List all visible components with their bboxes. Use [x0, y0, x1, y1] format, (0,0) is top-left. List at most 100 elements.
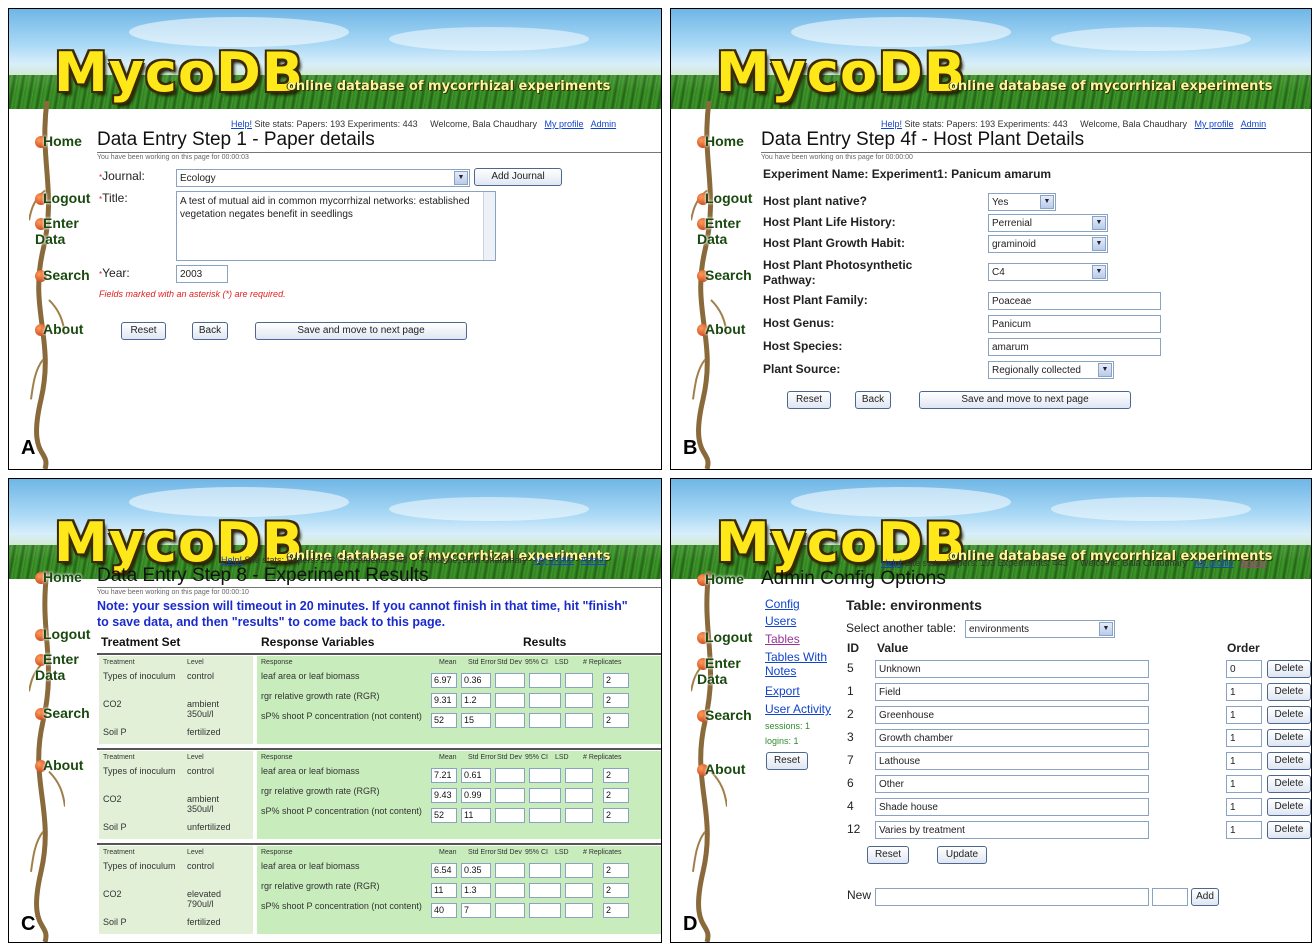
- ci-field[interactable]: [529, 808, 561, 823]
- row-order-input[interactable]: 1: [1226, 775, 1262, 793]
- help-link[interactable]: Help!: [881, 558, 902, 568]
- my-profile-link[interactable]: My profile: [1195, 558, 1234, 568]
- std-dev-field[interactable]: [495, 903, 525, 918]
- mean-field[interactable]: 9.43: [431, 788, 457, 803]
- lsd-field[interactable]: [565, 883, 593, 898]
- row-order-input[interactable]: 1: [1226, 752, 1262, 770]
- std-error-field[interactable]: 1.2: [461, 693, 491, 708]
- admin-link[interactable]: Admin: [1241, 558, 1267, 568]
- delete-button[interactable]: Delete: [1267, 660, 1311, 678]
- ci-field[interactable]: [529, 863, 561, 878]
- replicates-field[interactable]: 2: [603, 673, 629, 688]
- update-button[interactable]: Update: [937, 846, 987, 864]
- save-next-button[interactable]: Save and move to next page: [255, 322, 467, 340]
- delete-button[interactable]: Delete: [1267, 683, 1311, 701]
- mean-field[interactable]: 7.21: [431, 768, 457, 783]
- lsd-field[interactable]: [565, 863, 593, 878]
- row-order-input[interactable]: 1: [1226, 729, 1262, 747]
- lsd-field[interactable]: [565, 788, 593, 803]
- delete-button[interactable]: Delete: [1267, 752, 1311, 770]
- nav-search[interactable]: Search: [35, 705, 90, 721]
- std-dev-field[interactable]: [495, 693, 525, 708]
- std-error-field[interactable]: 0.36: [461, 673, 491, 688]
- std-dev-field[interactable]: [495, 673, 525, 688]
- std-error-field[interactable]: 0.61: [461, 768, 491, 783]
- new-order-input[interactable]: [1152, 888, 1188, 906]
- genus-input[interactable]: Panicum: [988, 315, 1161, 333]
- side-link-users[interactable]: Users: [765, 614, 796, 628]
- replicates-field[interactable]: 2: [603, 693, 629, 708]
- journal-select[interactable]: Ecology ▼: [176, 169, 470, 187]
- nav-logout[interactable]: Logout: [697, 190, 752, 206]
- delete-button[interactable]: Delete: [1267, 729, 1311, 747]
- std-error-field[interactable]: 11: [461, 808, 491, 823]
- nav-home[interactable]: Home: [697, 133, 744, 149]
- reset-button[interactable]: Reset: [121, 322, 166, 340]
- replicates-field[interactable]: 2: [603, 768, 629, 783]
- replicates-field[interactable]: 2: [603, 903, 629, 918]
- ci-field[interactable]: [529, 713, 561, 728]
- delete-button[interactable]: Delete: [1267, 798, 1311, 816]
- ci-field[interactable]: [529, 903, 561, 918]
- title-textarea[interactable]: A test of mutual aid in common mycorrhiz…: [176, 191, 496, 261]
- std-dev-field[interactable]: [495, 808, 525, 823]
- side-link-tables[interactable]: Tables: [765, 632, 800, 646]
- my-profile-link[interactable]: My profile: [545, 119, 584, 129]
- nav-enter-data[interactable]: Enter Data: [35, 651, 95, 683]
- std-error-field[interactable]: 15: [461, 713, 491, 728]
- admin-link[interactable]: Admin: [1241, 119, 1267, 129]
- family-input[interactable]: Poaceae: [988, 292, 1161, 310]
- reset-button[interactable]: Reset: [787, 391, 831, 409]
- lsd-field[interactable]: [565, 808, 593, 823]
- help-link[interactable]: Help!: [231, 119, 252, 129]
- row-value-input[interactable]: Shade house: [875, 798, 1149, 816]
- replicates-field[interactable]: 2: [603, 788, 629, 803]
- admin-link[interactable]: Admin: [581, 555, 607, 565]
- row-value-input[interactable]: Unknown: [875, 660, 1149, 678]
- nav-home[interactable]: Home: [35, 569, 82, 585]
- delete-button[interactable]: Delete: [1267, 775, 1311, 793]
- mean-field[interactable]: 40: [431, 903, 457, 918]
- row-order-input[interactable]: 1: [1226, 683, 1262, 701]
- photosynthetic-select[interactable]: C4 ▼: [988, 263, 1108, 281]
- ci-field[interactable]: [529, 883, 561, 898]
- mean-field[interactable]: 11: [431, 883, 457, 898]
- admin-link[interactable]: Admin: [591, 119, 617, 129]
- replicates-field[interactable]: 2: [603, 863, 629, 878]
- std-dev-field[interactable]: [495, 713, 525, 728]
- row-value-input[interactable]: Lathouse: [875, 752, 1149, 770]
- ci-field[interactable]: [529, 673, 561, 688]
- row-value-input[interactable]: Other: [875, 775, 1149, 793]
- new-value-input[interactable]: [875, 888, 1149, 906]
- delete-button[interactable]: Delete: [1267, 821, 1311, 839]
- help-link[interactable]: Help!: [881, 119, 902, 129]
- std-error-field[interactable]: 0.35: [461, 863, 491, 878]
- scrollbar[interactable]: [483, 192, 495, 260]
- nav-search[interactable]: Search: [35, 267, 90, 283]
- nav-search[interactable]: Search: [697, 267, 752, 283]
- row-order-input[interactable]: 1: [1226, 821, 1262, 839]
- add-button[interactable]: Add: [1191, 888, 1219, 906]
- nav-enter-data[interactable]: Enter Data: [35, 215, 95, 247]
- std-dev-field[interactable]: [495, 863, 525, 878]
- lsd-field[interactable]: [565, 693, 593, 708]
- nav-enter-data[interactable]: Enter Data: [697, 215, 757, 247]
- row-value-input[interactable]: Greenhouse: [875, 706, 1149, 724]
- back-button[interactable]: Back: [192, 322, 228, 340]
- lsd-field[interactable]: [565, 673, 593, 688]
- growth-habit-select[interactable]: graminoid ▼: [988, 235, 1108, 253]
- side-link-config[interactable]: Config: [765, 597, 800, 611]
- ci-field[interactable]: [529, 768, 561, 783]
- nav-about[interactable]: About: [35, 757, 83, 773]
- row-order-input[interactable]: 1: [1226, 798, 1262, 816]
- row-value-input[interactable]: Varies by treatment: [875, 821, 1149, 839]
- nav-home[interactable]: Home: [35, 133, 82, 149]
- reset-table-button[interactable]: Reset: [867, 846, 909, 864]
- mean-field[interactable]: 6.54: [431, 863, 457, 878]
- plant-source-select[interactable]: Regionally collected ▼: [988, 361, 1114, 379]
- nav-logout[interactable]: Logout: [35, 190, 90, 206]
- row-order-input[interactable]: 0: [1226, 660, 1262, 678]
- row-value-input[interactable]: Growth chamber: [875, 729, 1149, 747]
- back-button[interactable]: Back: [855, 391, 891, 409]
- life-history-select[interactable]: Perrenial ▼: [988, 214, 1108, 232]
